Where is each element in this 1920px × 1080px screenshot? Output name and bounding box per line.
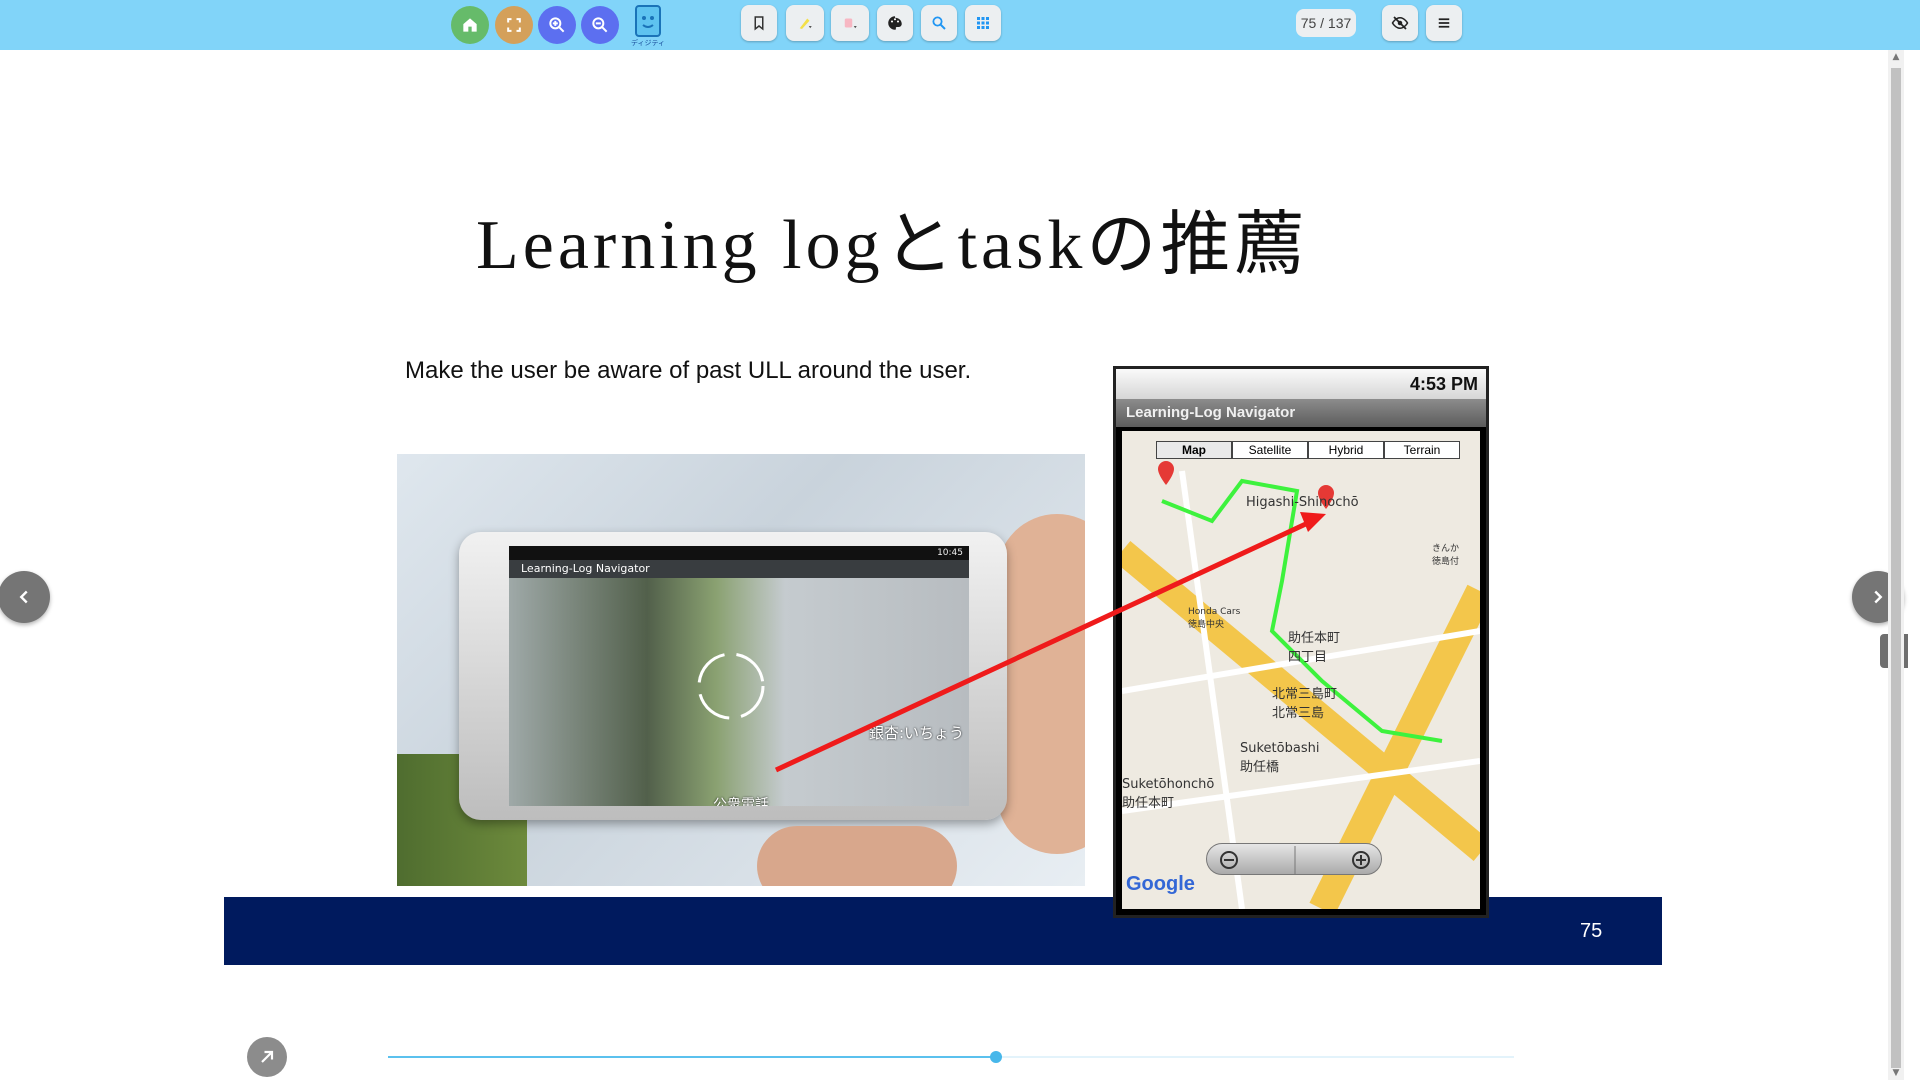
map-label: きんか 徳島付	[1432, 544, 1460, 567]
menu-button[interactable]	[1426, 5, 1462, 41]
map-label: 北常三島町 北常三島	[1272, 687, 1338, 721]
slide-title: Learning logとtaskの推薦	[476, 207, 1309, 284]
eraser-icon	[844, 18, 857, 29]
grid-icon	[977, 17, 989, 29]
vertical-scrollbar[interactable]: ▲ ▼	[1888, 50, 1904, 1080]
scroll-up-arrow-icon[interactable]: ▲	[1888, 50, 1904, 64]
photo-thumb	[757, 826, 957, 886]
scrollbar-thumb[interactable]	[1891, 68, 1901, 1068]
page-indicator[interactable]: 75 / 137	[1296, 9, 1356, 37]
previous-page-button[interactable]	[0, 571, 50, 623]
zoom-out-icon	[592, 17, 608, 33]
page-progress-slider[interactable]	[388, 1051, 1514, 1063]
map-time: 4:53 PM	[1409, 373, 1478, 394]
eraser-button[interactable]	[831, 5, 869, 41]
slide-body-text: Make the user be aware of past ULL aroun…	[405, 357, 972, 384]
tab-map[interactable]: Map	[1156, 441, 1232, 459]
chevron-left-icon	[19, 590, 28, 604]
ar-phone-photo: 10:45 Learning-Log Navigator 銀杏:いちょう 公衆電…	[397, 454, 1085, 886]
map-view: Map Satellite Hybrid Terrain Higashi-Shi…	[1122, 431, 1480, 909]
map-label: Honda Cars 徳島中央	[1188, 607, 1241, 630]
share-button[interactable]	[247, 1037, 287, 1077]
phone-time: 10:45	[937, 548, 963, 558]
map-type-tabs: Map Satellite Hybrid Terrain	[1156, 441, 1460, 459]
highlighter-button[interactable]	[786, 5, 824, 41]
photo-phone-screen: 10:45 Learning-Log Navigator 銀杏:いちょう 公衆電…	[509, 546, 969, 806]
map-label: Suketōbashi 助任橋	[1240, 741, 1320, 775]
tab-terrain[interactable]: Terrain	[1384, 441, 1460, 459]
logo-caption: ディジティ	[630, 39, 666, 47]
zoom-out-in-icons	[1220, 846, 1370, 874]
google-logo: Google	[1126, 873, 1195, 895]
home-icon	[463, 18, 477, 32]
search-icon	[932, 16, 946, 30]
app-logo[interactable]: ディジティ	[630, 4, 666, 47]
scroll-down-arrow-icon[interactable]: ▼	[1888, 1066, 1904, 1080]
ar-target-icon	[697, 652, 765, 720]
slide-page-number: 75	[1580, 920, 1603, 942]
zoom-in-button[interactable]	[538, 6, 576, 44]
zoom-in-icon	[549, 17, 565, 33]
thumbnail-grid-button[interactable]	[965, 5, 1001, 41]
hide-annotations-button[interactable]	[1382, 5, 1418, 41]
tab-hybrid[interactable]: Hybrid	[1308, 441, 1384, 459]
map-zoom-control[interactable]	[1206, 843, 1382, 875]
search-button[interactable]	[921, 5, 957, 41]
eye-off-icon	[1391, 16, 1409, 30]
map-status-bar: 4:53 PM	[1116, 369, 1486, 399]
map-label: 助任本町 四丁目	[1288, 631, 1341, 665]
map-label: Higashi-Shinochō	[1246, 495, 1359, 510]
map-screenshot: 4:53 PM Learning-Log Navigator Map Satel…	[1113, 366, 1489, 918]
photo-finger	[997, 514, 1085, 854]
phone-camera-scene: 銀杏:いちょう 公衆電話	[509, 578, 969, 806]
hamburger-menu-icon	[1438, 18, 1450, 28]
map-label: Suketōhonchō 助任本町	[1122, 777, 1215, 811]
ar-label-payphone: 公衆電話	[713, 797, 769, 806]
bookmark-icon	[754, 16, 764, 31]
home-button[interactable]	[451, 6, 489, 44]
highlighter-icon	[799, 18, 812, 29]
tab-satellite[interactable]: Satellite	[1232, 441, 1308, 459]
fullscreen-icon	[507, 18, 521, 32]
map-app-title: Learning-Log Navigator	[1116, 399, 1486, 427]
zoom-out-button[interactable]	[581, 6, 619, 44]
ar-label-ginkgo: 銀杏:いちょう	[869, 724, 965, 742]
palette-icon	[888, 16, 902, 30]
fullscreen-button[interactable]	[495, 6, 533, 44]
arrow-up-right-icon	[261, 1050, 274, 1063]
phone-status-bar: 10:45	[509, 546, 969, 560]
top-toolbar: ディジティ 75 / 137	[0, 0, 1920, 50]
progress-fill	[388, 1056, 997, 1058]
chevron-right-icon	[1874, 590, 1883, 604]
bookmark-button[interactable]	[741, 5, 777, 41]
palette-button[interactable]	[877, 5, 913, 41]
progress-knob[interactable]	[990, 1051, 1003, 1063]
phone-app-title: Learning-Log Navigator	[509, 560, 969, 578]
